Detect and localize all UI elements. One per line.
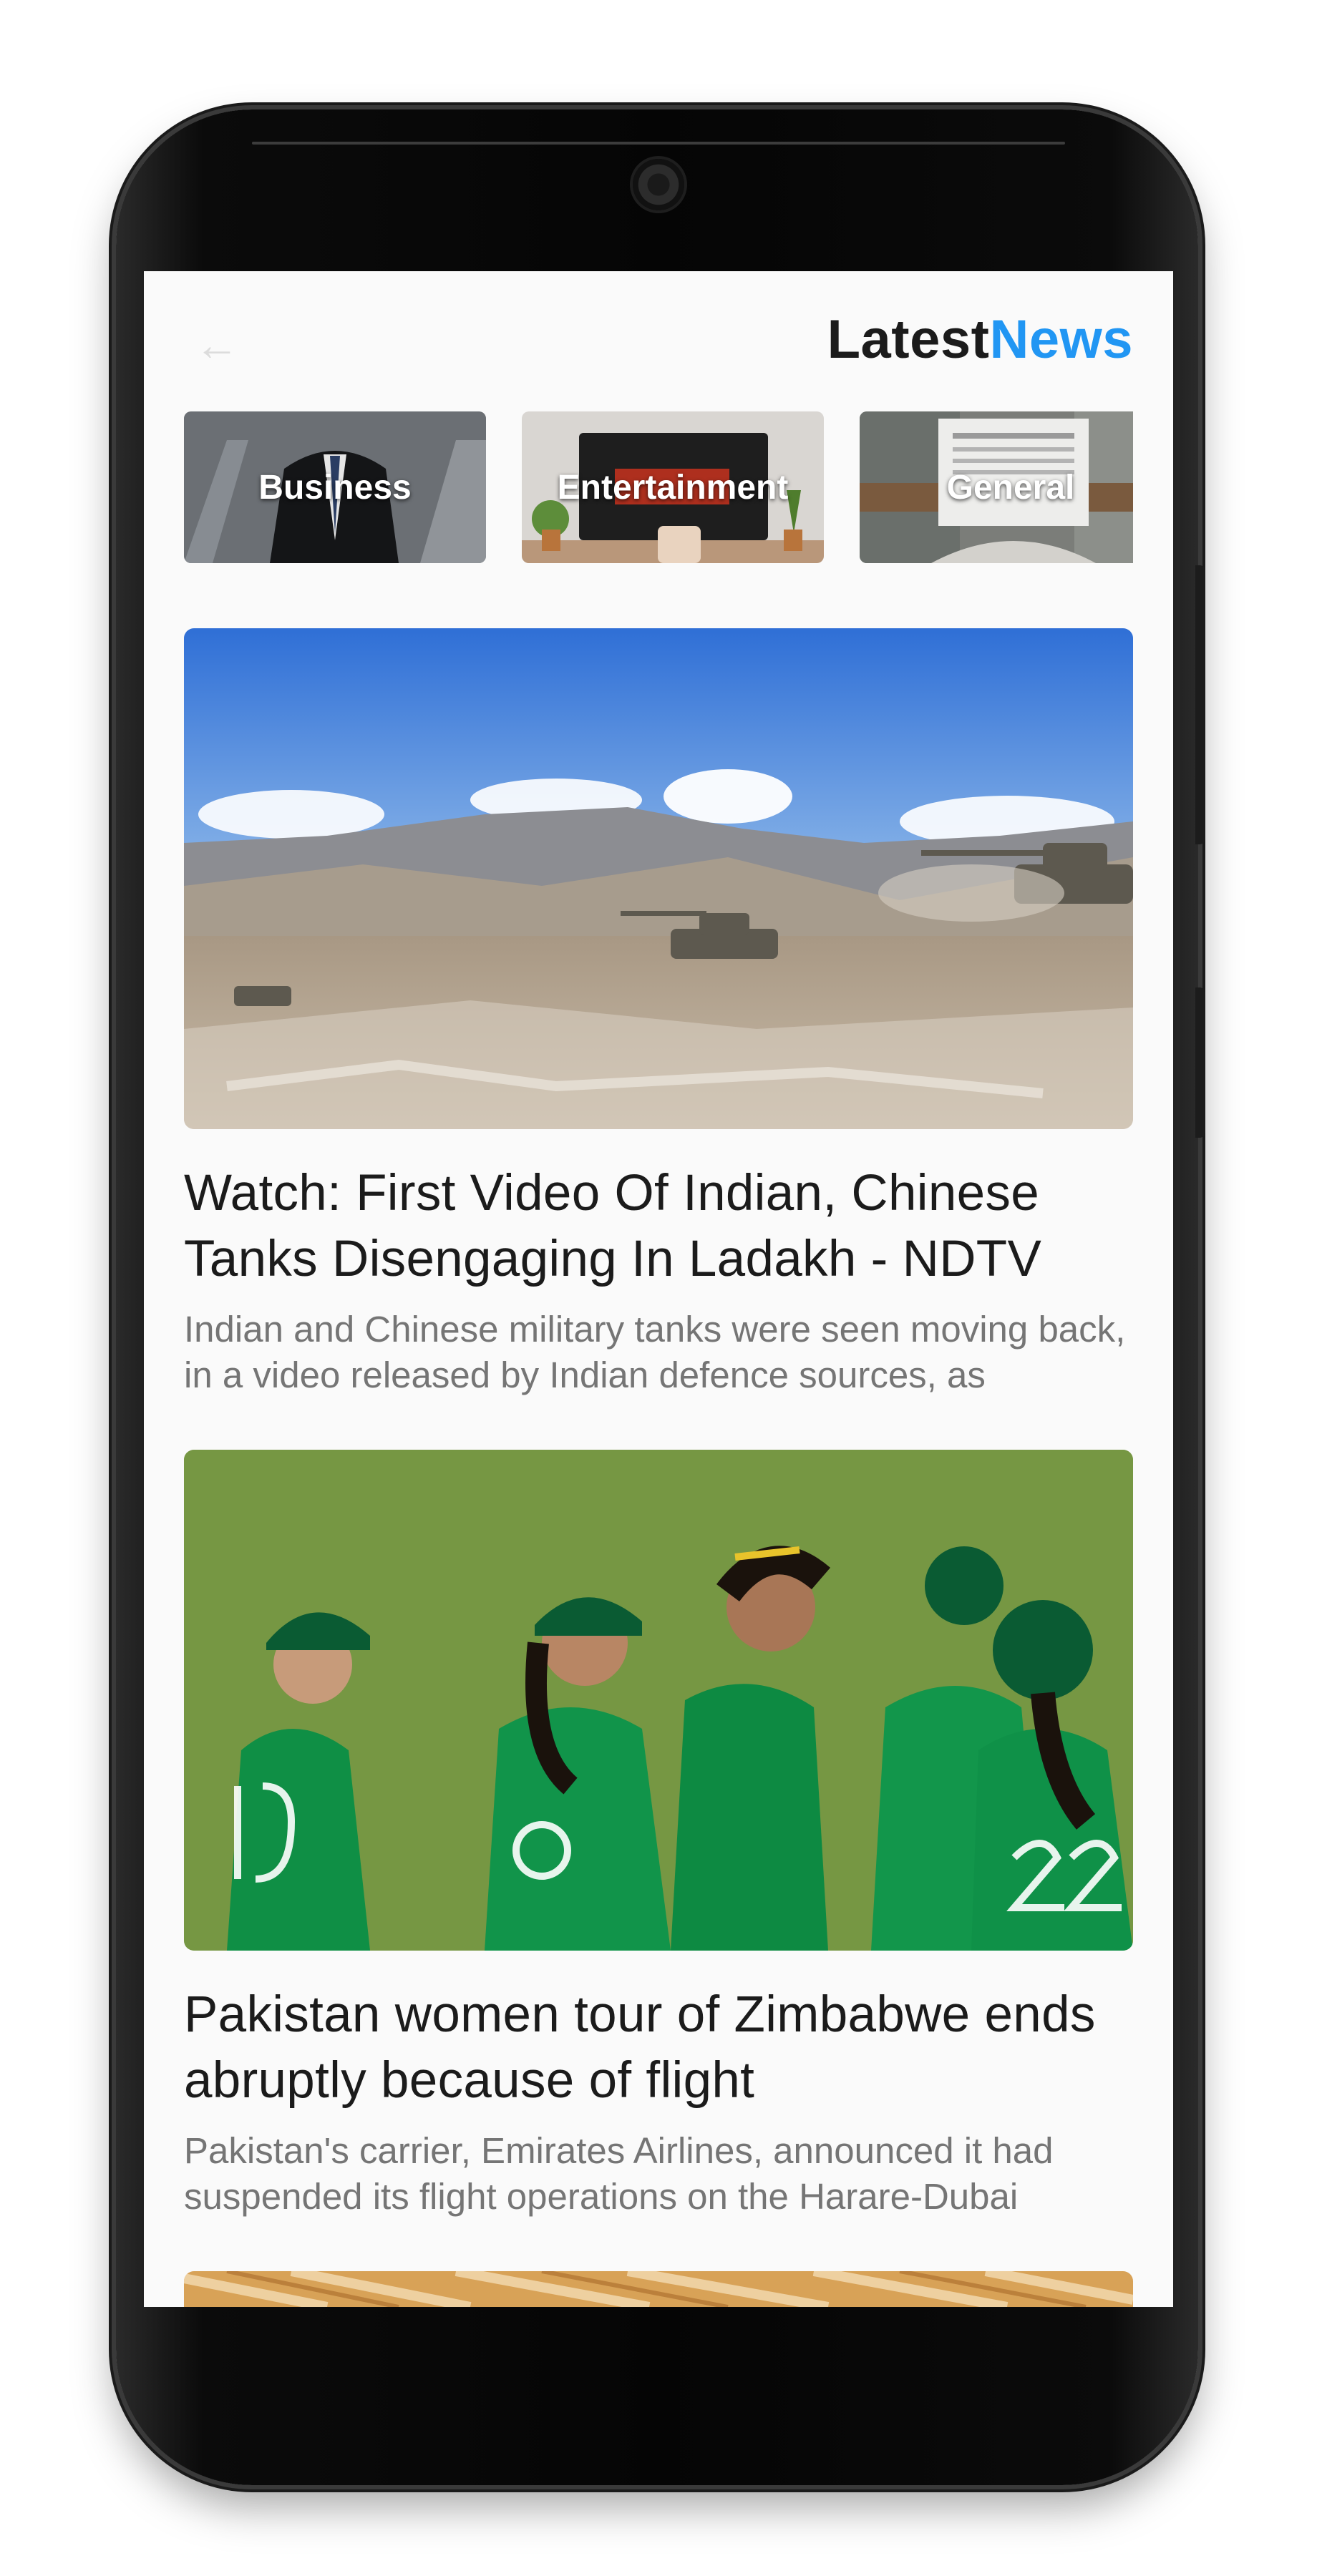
volume-button — [1195, 565, 1205, 844]
category-label: Entertainment — [557, 468, 789, 507]
category-general[interactable]: General — [860, 411, 1133, 563]
category-label: Business — [258, 468, 412, 507]
front-camera — [633, 159, 684, 210]
article-card[interactable] — [184, 2271, 1133, 2307]
app-title-news: News — [989, 309, 1133, 370]
article-title[interactable]: Watch: First Video Of Indian, Chinese Ta… — [184, 1161, 1133, 1292]
article-description: Pakistan's carrier, Emirates Airlines, a… — [184, 2130, 1054, 2217]
category-business[interactable]: Business — [184, 411, 486, 563]
article-image — [184, 2271, 1133, 2307]
app-bar: ← LatestNews — [144, 271, 1173, 411]
article-card[interactable]: Watch: First Video Of Indian, Chinese Ta… — [184, 628, 1133, 1398]
app-title-latest: Latest — [827, 309, 990, 370]
article-card[interactable]: Pakistan women tour of Zimbabwe ends abr… — [184, 1450, 1133, 2220]
article-description: Indian and Chinese military tanks were s… — [184, 1309, 1126, 1395]
article-image — [184, 628, 1133, 1129]
power-button — [1195, 987, 1205, 1138]
category-entertainment[interactable]: Entertainment — [522, 411, 824, 563]
app-title: LatestNews — [827, 308, 1133, 371]
article-image — [184, 1450, 1133, 1951]
category-label: General — [946, 468, 1075, 507]
category-list: Business Entertainment General — [184, 411, 1133, 563]
article-title[interactable]: Pakistan women tour of Zimbabwe ends abr… — [184, 1982, 1133, 2114]
app-screen: ← LatestNews Business Entertainment Gene… — [144, 271, 1173, 2307]
speaker-grille — [252, 142, 1065, 145]
arrow-back-icon[interactable]: ← — [191, 320, 243, 371]
